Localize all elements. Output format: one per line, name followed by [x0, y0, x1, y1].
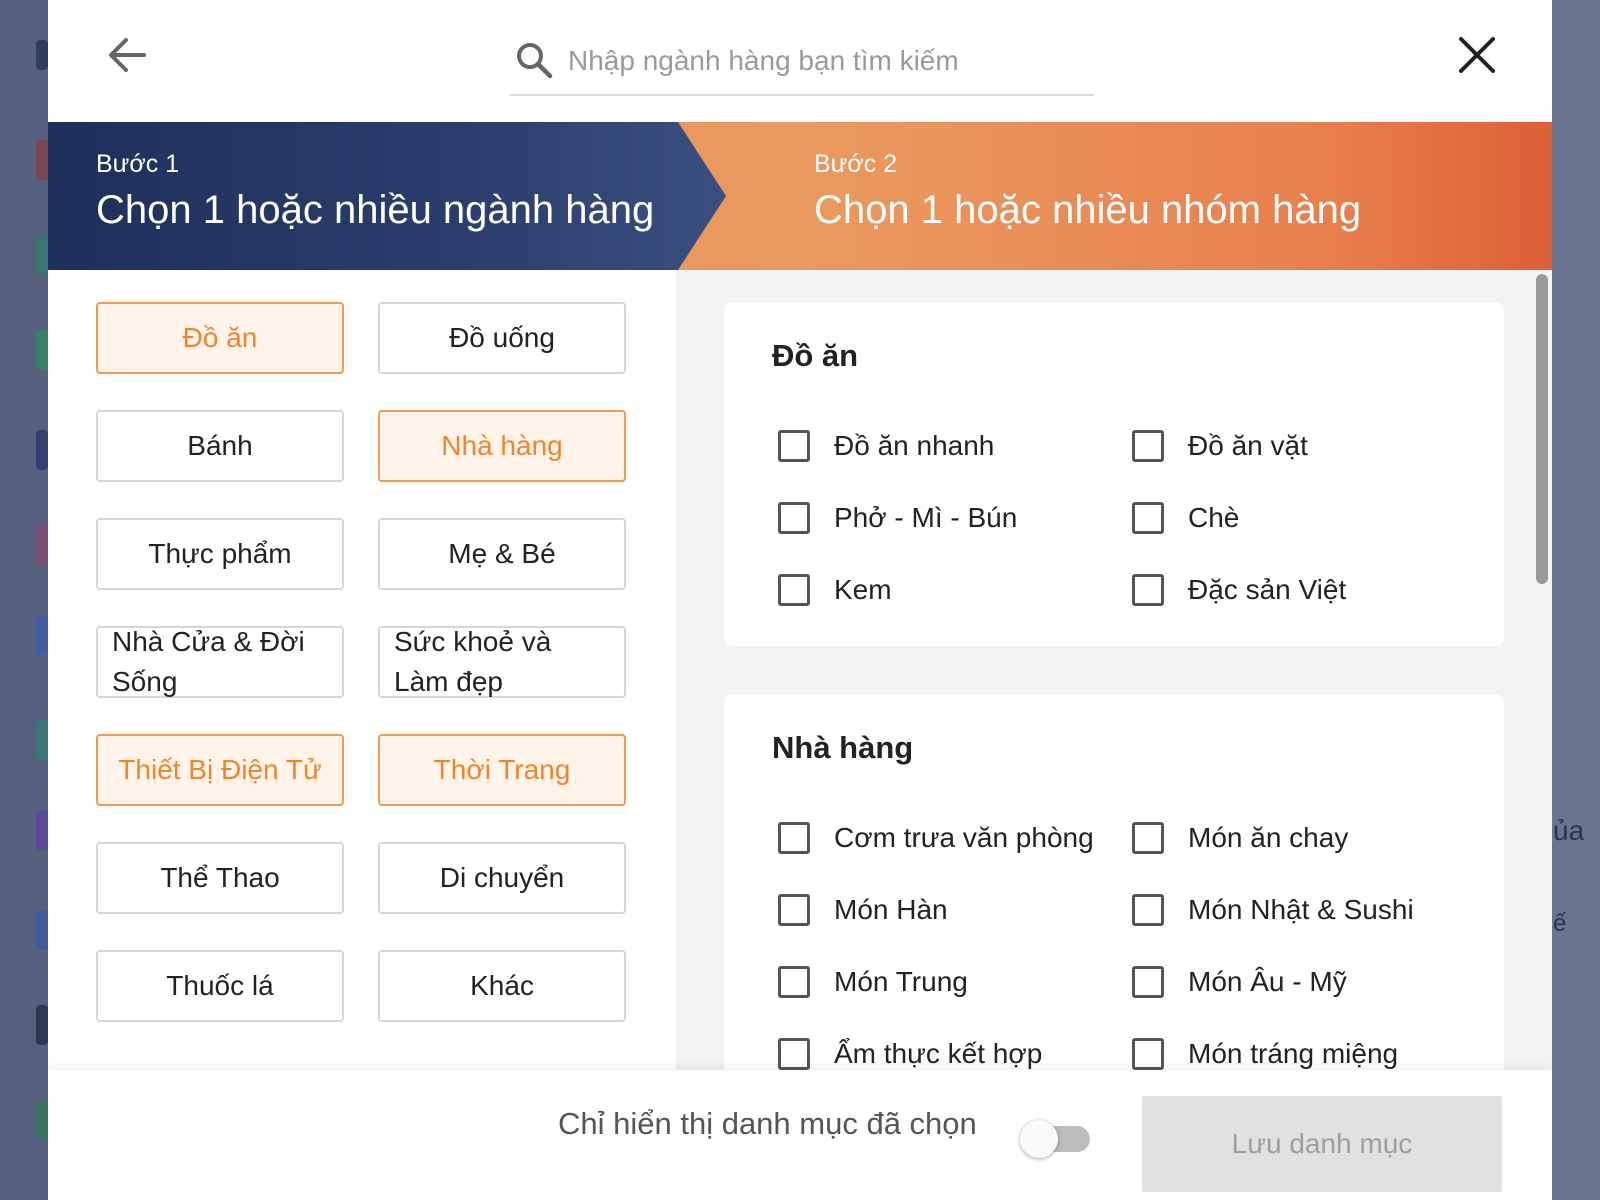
option-label: Cơm trưa văn phòng: [834, 822, 1094, 853]
checkbox[interactable]: [778, 574, 810, 606]
background-app-element: [36, 40, 48, 70]
close-icon: [1459, 37, 1495, 73]
background-app-element: [36, 1005, 48, 1045]
checkbox[interactable]: [1132, 1038, 1164, 1070]
arrow-left-icon: [109, 38, 146, 72]
checkbox[interactable]: [1132, 574, 1164, 606]
toggle-knob: [1020, 1120, 1058, 1158]
modal-footer: Chỉ hiển thị danh mục đã chọn Lưu danh m…: [48, 1070, 1552, 1200]
category-button[interactable]: Di chuyển: [378, 842, 626, 914]
category-button[interactable]: Thực phẩm: [96, 518, 344, 590]
category-button[interactable]: Khác: [378, 950, 626, 1022]
subcategory-option[interactable]: Món Nhật & Sushi: [1132, 890, 1414, 930]
subcategory-option[interactable]: Món Trung: [778, 962, 968, 1002]
background-app-element: [36, 430, 48, 470]
subcategory-option[interactable]: Món tráng miệng: [1132, 1034, 1398, 1070]
save-categories-button[interactable]: Lưu danh mục: [1142, 1096, 1502, 1192]
subcategory-panel: Đồ ăn Đồ ăn nhanh Đồ ăn vặt Phở - Mì - B…: [676, 270, 1552, 1070]
checkbox[interactable]: [778, 1038, 810, 1070]
background-right-panel: [1552, 0, 1600, 1200]
background-app-element: [36, 720, 48, 760]
category-button[interactable]: Thể Thao: [96, 842, 344, 914]
option-label: Đồ ăn vặt: [1188, 430, 1308, 461]
group-card: Đồ ăn Đồ ăn nhanh Đồ ăn vặt Phở - Mì - B…: [724, 302, 1504, 646]
background-app-element: [36, 1100, 48, 1140]
checkbox[interactable]: [778, 966, 810, 998]
group-card: Nhà hàng Cơm trưa văn phòng Món ăn chay …: [724, 694, 1504, 1070]
search-bar: [510, 30, 1094, 96]
background-app-element: [36, 910, 48, 950]
subcategory-option[interactable]: Món Hàn: [778, 890, 948, 930]
show-selected-toggle[interactable]: [1020, 1120, 1092, 1158]
option-label: Món tráng miệng: [1188, 1038, 1399, 1069]
checkbox[interactable]: [1132, 966, 1164, 998]
option-label: Món Âu - Mỹ: [1188, 966, 1347, 997]
option-label: Ẩm thực kết hợp: [834, 1038, 1043, 1069]
group-title: Nhà hàng: [772, 730, 914, 765]
back-button[interactable]: [100, 28, 154, 82]
background-text: ủa: [1553, 815, 1585, 846]
background-app-element: [36, 140, 48, 180]
option-label: Phở - Mì - Bún: [834, 502, 1018, 533]
search-input[interactable]: [566, 34, 1090, 88]
checkbox[interactable]: [778, 822, 810, 854]
option-label: Món Nhật & Sushi: [1188, 894, 1414, 925]
subcategory-option[interactable]: Đồ ăn vặt: [1132, 426, 1308, 466]
step-1-label: Bước 1: [96, 150, 180, 178]
option-label: Đồ ăn nhanh: [834, 430, 995, 461]
category-button[interactable]: Mẹ & Bé: [378, 518, 626, 590]
category-button[interactable]: Thời Trang: [378, 734, 626, 806]
checkbox[interactable]: [1132, 502, 1164, 534]
subcategory-option[interactable]: Đặc sản Việt: [1132, 570, 1346, 610]
category-button[interactable]: Nhà hàng: [378, 410, 626, 482]
category-button[interactable]: Đồ ăn: [96, 302, 344, 374]
checkbox[interactable]: [1132, 894, 1164, 926]
category-button[interactable]: Đồ uống: [378, 302, 626, 374]
background-app-element: [36, 525, 48, 565]
category-button[interactable]: Nhà Cửa & Đời Sống: [96, 626, 344, 698]
subcategory-option[interactable]: Cơm trưa văn phòng: [778, 818, 1094, 858]
step-2-label: Bước 2: [814, 150, 898, 178]
background-app-element: [36, 235, 48, 275]
option-label: Chè: [1188, 502, 1240, 533]
option-label: Kem: [834, 574, 892, 605]
steps-banner: Bước 2 Chọn 1 hoặc nhiều nhóm hàng Bước …: [48, 122, 1552, 270]
subcategory-option[interactable]: Đồ ăn nhanh: [778, 426, 994, 466]
subcategory-option[interactable]: Món Âu - Mỹ: [1132, 962, 1347, 1002]
category-button[interactable]: Thuốc lá: [96, 950, 344, 1022]
subcategory-option[interactable]: Món ăn chay: [1132, 818, 1348, 858]
checkbox[interactable]: [778, 894, 810, 926]
checkbox[interactable]: [778, 430, 810, 462]
background-app-element: [36, 330, 48, 370]
checkbox[interactable]: [1132, 822, 1164, 854]
option-label: Món Hàn: [834, 894, 948, 925]
modal-header: [48, 0, 1552, 122]
toggle-label: Chỉ hiển thị danh mục đã chọn: [558, 1106, 977, 1141]
checkbox[interactable]: [778, 502, 810, 534]
scrollbar[interactable]: [1536, 274, 1548, 584]
subcategory-option[interactable]: Phở - Mì - Bún: [778, 498, 1017, 538]
background-text: ế: [1553, 910, 1567, 937]
checkbox[interactable]: [1132, 430, 1164, 462]
category-picker-modal: Bước 2 Chọn 1 hoặc nhiều nhóm hàng Bước …: [48, 0, 1552, 1200]
option-label: Món Trung: [834, 966, 968, 997]
option-label: Món ăn chay: [1188, 822, 1349, 853]
step-1-panel: Bước 1 Chọn 1 hoặc nhiều ngành hàng: [48, 122, 726, 270]
search-icon: [517, 43, 553, 79]
category-button[interactable]: Bánh: [96, 410, 344, 482]
step-2-title: Chọn 1 hoặc nhiều nhóm hàng: [814, 188, 1362, 232]
group-title: Đồ ăn: [772, 338, 859, 373]
option-label: Đặc sản Việt: [1188, 574, 1347, 605]
subcategory-option[interactable]: Kem: [778, 570, 892, 610]
category-list: Đồ ăn Đồ uống Bánh Nhà hàng Thực phẩm Mẹ…: [48, 270, 676, 1070]
category-button[interactable]: Sức khoẻ và Làm đẹp: [378, 626, 626, 698]
background-app-element: [36, 810, 48, 850]
step-1-title: Chọn 1 hoặc nhiều ngành hàng: [96, 188, 655, 232]
subcategory-option[interactable]: Ẩm thực kết hợp: [778, 1034, 1042, 1070]
category-button[interactable]: Thiết Bị Điện Tử: [96, 734, 344, 806]
subcategory-option[interactable]: Chè: [1132, 498, 1239, 538]
close-button[interactable]: [1454, 32, 1500, 78]
background-app-element: [36, 615, 48, 655]
